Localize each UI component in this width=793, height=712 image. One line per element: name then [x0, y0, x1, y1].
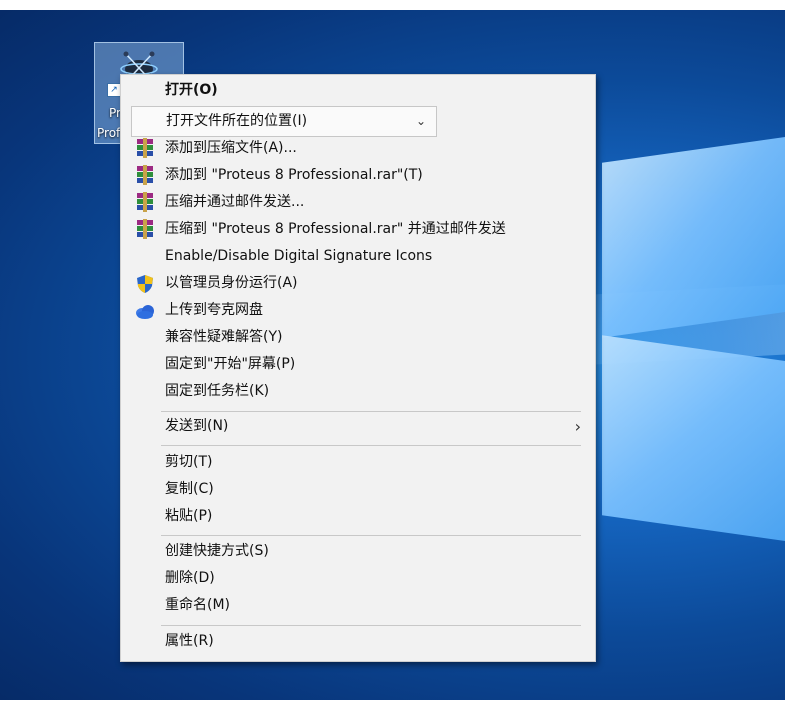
photo-edge-top	[0, 0, 793, 10]
menu-item-create-shortcut[interactable]: 创建快捷方式(S)	[121, 538, 595, 565]
menu-separator	[161, 625, 581, 626]
menu-separator	[161, 535, 581, 536]
menu-item-copy[interactable]: 复制(C)	[121, 476, 595, 503]
winrar-icon	[137, 192, 153, 212]
menu-item-compatibility-troubleshoot[interactable]: 兼容性疑难解答(Y)	[121, 324, 595, 351]
photo-edge-bottom	[0, 700, 793, 712]
menu-item-digital-signature-icons[interactable]: Enable/Disable Digital Signature Icons	[121, 243, 595, 270]
menu-item-open-file-location[interactable]: 打开文件所在的位置(I) ⌄	[131, 106, 437, 137]
menu-item-paste[interactable]: 粘贴(P)	[121, 503, 595, 530]
menu-item-delete[interactable]: 删除(D)	[121, 565, 595, 592]
menu-item-run-as-admin[interactable]: 以管理员身份运行(A)	[121, 270, 595, 297]
shortcut-arrow-icon: ↗	[107, 83, 121, 97]
windows-logo-pane-top	[602, 133, 793, 338]
chevron-right-icon: ›	[574, 417, 581, 436]
menu-item-add-to-archive[interactable]: 添加到压缩文件(A)...	[121, 135, 595, 162]
menu-item-pin-to-start[interactable]: 固定到"开始"屏幕(P)	[121, 351, 595, 378]
menu-item-cut[interactable]: 剪切(T)	[121, 449, 595, 476]
menu-item-compress-and-email[interactable]: 压缩并通过邮件发送...	[121, 189, 595, 216]
winrar-icon	[137, 219, 153, 239]
menu-item-pin-to-taskbar[interactable]: 固定到任务栏(K)	[121, 378, 595, 405]
menu-separator	[161, 411, 581, 412]
winrar-icon	[137, 138, 153, 158]
uac-shield-icon	[137, 275, 153, 293]
context-menu: 打开(O) 打开文件所在的位置(I) ⌄ 添加到压缩文件(A)... 添加到 "…	[120, 74, 596, 662]
winrar-icon	[137, 165, 153, 185]
windows-logo-pane-bottom	[602, 335, 793, 545]
menu-separator	[161, 445, 581, 446]
menu-item-rename[interactable]: 重命名(M)	[121, 592, 595, 619]
chevron-down-icon: ⌄	[415, 114, 426, 128]
menu-item-open[interactable]: 打开(O)	[121, 77, 595, 104]
menu-item-send-to[interactable]: 发送到(N) ›	[121, 413, 595, 440]
photo-edge-right	[785, 0, 793, 712]
menu-item-compress-to-rar-and-email[interactable]: 压缩到 "Proteus 8 Professional.rar" 并通过邮件发送	[121, 216, 595, 243]
menu-item-properties[interactable]: 属性(R)	[121, 628, 595, 655]
menu-item-add-to-rar[interactable]: 添加到 "Proteus 8 Professional.rar"(T)	[121, 162, 595, 189]
menu-item-upload-quark-cloud[interactable]: 上传到夸克网盘	[121, 297, 595, 324]
cloud-icon	[136, 305, 154, 319]
